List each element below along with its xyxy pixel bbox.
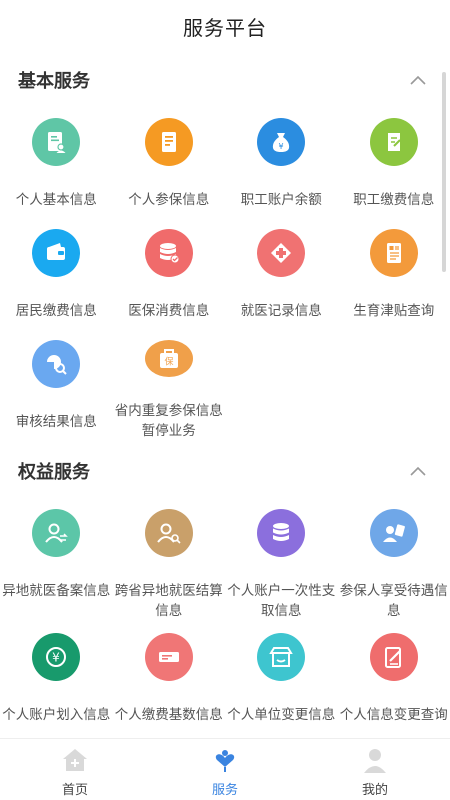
database-check-icon — [144, 229, 193, 277]
service-label: 参保人享受待遇信息 — [339, 583, 448, 619]
service-label: 审核结果信息 — [15, 414, 97, 430]
service-audit-result-info[interactable]: 审核结果信息 — [0, 330, 113, 441]
bottom-tab-bar: 首页 服务 我的 — [0, 738, 450, 800]
tab-label: 首页 — [61, 783, 88, 798]
service-label: 居民缴费信息 — [15, 303, 97, 319]
service-insured-benefits-info[interactable]: 参保人享受待遇信息 — [338, 499, 450, 623]
service-label: 职工账户余额 — [240, 192, 322, 208]
database-icon — [257, 509, 306, 557]
rights-services-grid: 异地就医备案信息 跨省异地就医结算信息 个人账户一次性支取信息 参保人享受待遇信… — [0, 499, 450, 738]
money-bag-icon: ¥ — [257, 118, 306, 166]
service-label: 跨省异地就医结算信息 — [114, 583, 223, 619]
user-transfer-icon — [32, 509, 81, 557]
service-label: 省内重复参保信息暂停业务 — [114, 403, 223, 439]
tab-home[interactable]: 首页 — [0, 739, 150, 800]
svg-text:保: 保 — [164, 355, 173, 367]
service-list[interactable]: 基本服务 个人基本信息 个人参保信息 ¥ 职工账户余额 职工缴费信息 居民缴费信… — [0, 52, 450, 738]
home-icon — [60, 745, 90, 775]
app-header: 服务平台 — [0, 0, 450, 52]
section-title: 基本服务 — [18, 71, 90, 92]
service-label: 职工缴费信息 — [353, 192, 435, 208]
service-medical-spending-info[interactable]: 医保消费信息 — [113, 219, 226, 330]
user-doc-icon — [369, 509, 418, 557]
tab-label: 服务 — [211, 783, 238, 798]
service-medical-record-info[interactable]: 就医记录信息 — [225, 219, 338, 330]
service-label: 个人单位变更信息 — [227, 707, 336, 723]
user-search-icon — [144, 509, 193, 557]
service-offsite-medical-filing[interactable]: 异地就医备案信息 — [0, 499, 113, 623]
id-card-icon — [32, 118, 81, 166]
service-personal-basic-info[interactable]: 个人基本信息 — [0, 108, 113, 219]
service-account-one-time-withdrawal[interactable]: 个人账户一次性支取信息 — [225, 499, 338, 623]
page-title: 服务平台 — [183, 15, 267, 40]
service-duplicate-insurance-suspend[interactable]: 保 省内重复参保信息暂停业务 — [113, 330, 226, 441]
service-label: 个人账户一次性支取信息 — [227, 583, 336, 619]
service-label: 医保消费信息 — [128, 303, 210, 319]
service-account-balance[interactable]: ¥ 职工账户余额 — [225, 108, 338, 219]
medical-cross-icon — [257, 229, 306, 277]
basic-services-grid: 个人基本信息 个人参保信息 ¥ 职工账户余额 职工缴费信息 居民缴费信息 医保消… — [0, 108, 450, 441]
service-label: 个人基本信息 — [15, 192, 97, 208]
user-icon — [360, 745, 390, 775]
service-label: 就医记录信息 — [240, 303, 322, 319]
service-employer-change-info[interactable]: 个人单位变更信息 — [225, 623, 338, 738]
paper-edit-icon — [369, 118, 418, 166]
section-header-basic[interactable]: 基本服务 — [0, 52, 450, 108]
service-label: 个人信息变更查询 — [339, 707, 448, 723]
chevron-up-icon[interactable] — [406, 459, 430, 483]
document-icon — [144, 118, 193, 166]
protect-bag-icon: 保 — [144, 340, 193, 377]
section-header-rights[interactable]: 权益服务 — [0, 443, 450, 499]
service-maternity-allowance[interactable]: 生育津贴查询 — [338, 219, 450, 330]
tab-mine[interactable]: 我的 — [300, 739, 450, 800]
store-icon — [257, 633, 306, 681]
svg-text:¥: ¥ — [52, 651, 60, 665]
audit-search-icon — [32, 340, 81, 388]
yuan-icon: ¥ — [32, 633, 81, 681]
scrollbar[interactable] — [442, 72, 446, 272]
svg-text:¥: ¥ — [279, 142, 284, 151]
service-cross-province-settlement[interactable]: 跨省异地就医结算信息 — [113, 499, 226, 623]
tab-service[interactable]: 服务 — [150, 739, 300, 800]
service-account-transfer-in[interactable]: ¥ 个人账户划入信息 — [0, 623, 113, 738]
chevron-up-icon[interactable] — [406, 68, 430, 92]
service-label: 个人缴费基数信息 — [114, 707, 223, 723]
service-employee-payment-info[interactable]: 职工缴费信息 — [338, 108, 450, 219]
service-label: 个人账户划入信息 — [2, 707, 111, 723]
tab-label: 我的 — [361, 783, 388, 798]
service-label: 生育津贴查询 — [353, 303, 435, 319]
service-label: 个人参保信息 — [128, 192, 210, 208]
section-title: 权益服务 — [18, 462, 90, 483]
service-personal-info-change-query[interactable]: 个人信息变更查询 — [338, 623, 450, 738]
service-personal-insurance-info[interactable]: 个人参保信息 — [113, 108, 226, 219]
service-resident-payment-info[interactable]: 居民缴费信息 — [0, 219, 113, 330]
service-label: 异地就医备案信息 — [2, 583, 111, 599]
wallet-icon — [32, 229, 81, 277]
edit-doc-icon — [369, 633, 418, 681]
service-icon — [210, 745, 240, 775]
service-payment-base-info[interactable]: 个人缴费基数信息 — [113, 623, 226, 738]
ticket-icon — [144, 633, 193, 681]
form-icon — [369, 229, 418, 277]
